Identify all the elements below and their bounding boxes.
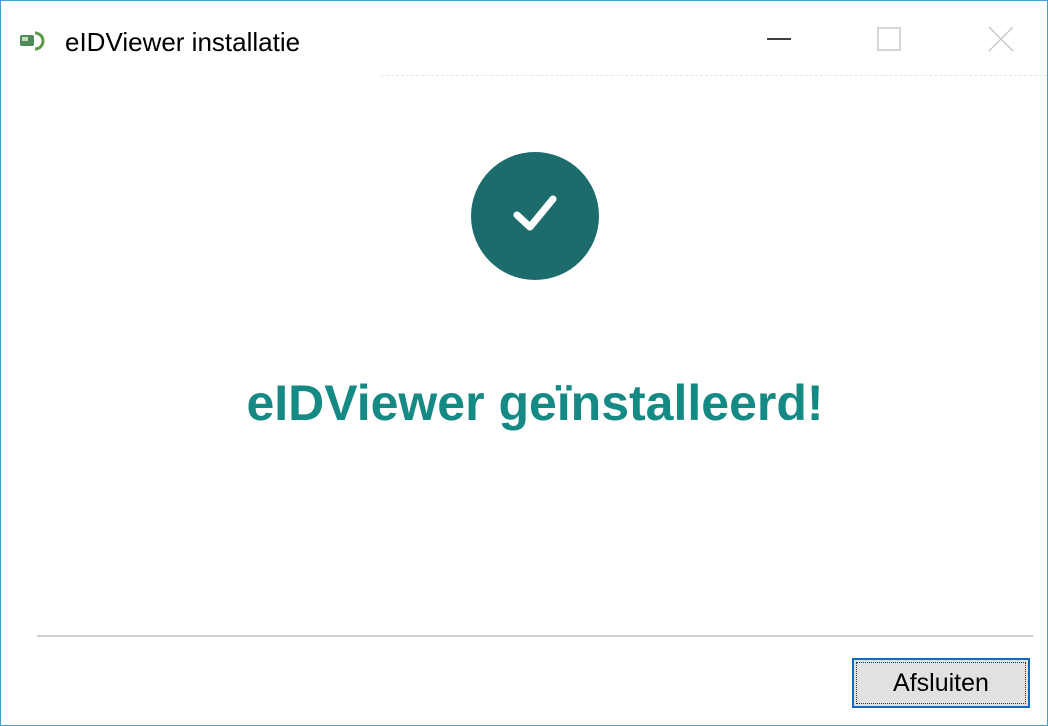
eid-card-icon [19,31,45,51]
footer-divider [37,635,1033,637]
close-button[interactable]: Afsluiten [852,658,1030,708]
window-title: eIDViewer installatie [65,27,301,57]
title-bar[interactable]: eIDViewer installatie [1,1,1047,81]
checkmark-icon [509,188,561,245]
success-badge [471,152,599,280]
minimize-icon [767,27,791,56]
close-button-label: Afsluiten [856,662,1026,704]
success-headline: eIDViewer geïnstalleerd! [246,375,824,431]
title-separator [381,75,1047,76]
maximize-button [859,15,919,67]
close-window-button[interactable] [971,15,1031,67]
close-icon [988,25,1014,57]
maximize-icon [877,26,901,56]
installer-window: eIDViewer installatie eIDViewer geïnstal… [0,0,1048,726]
minimize-button[interactable] [749,15,809,67]
